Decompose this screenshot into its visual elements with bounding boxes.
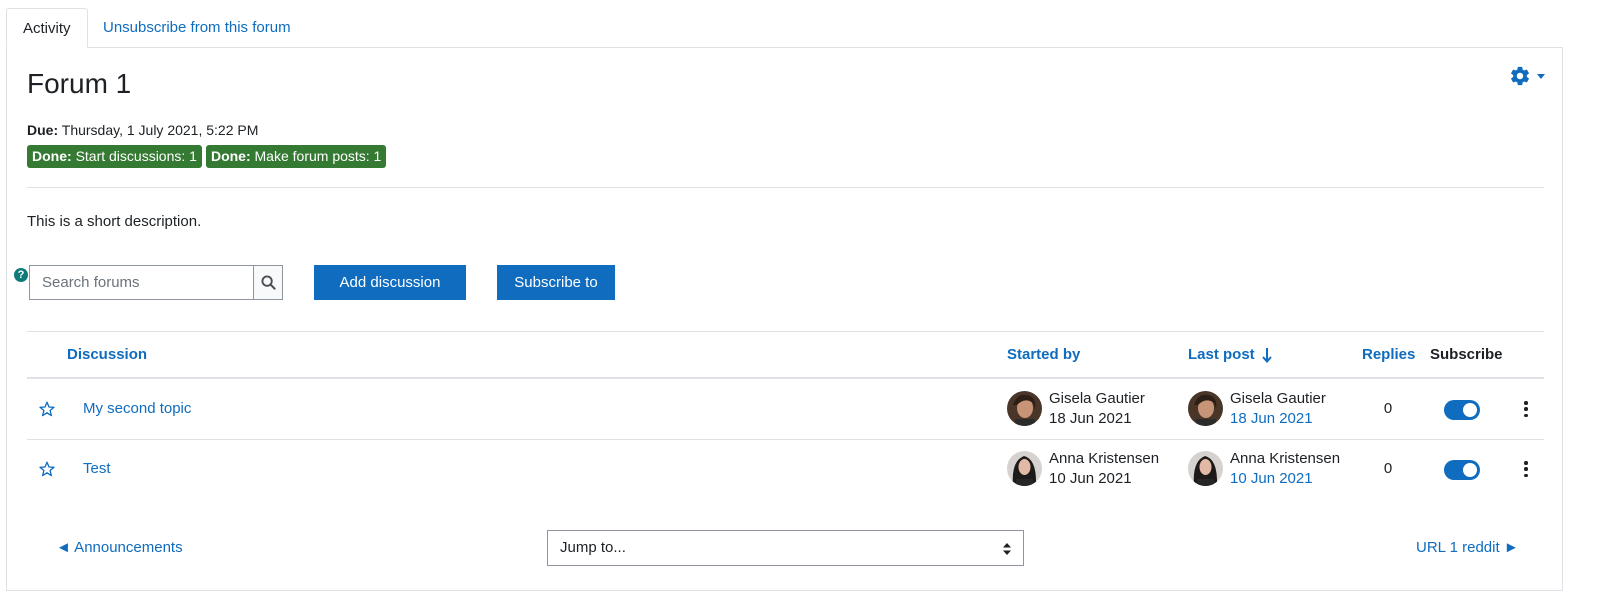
more-actions-icon[interactable]: [1523, 461, 1529, 477]
gear-icon: [1511, 66, 1529, 86]
tab-activity[interactable]: Activity: [6, 8, 88, 48]
more-actions-icon[interactable]: [1523, 401, 1529, 417]
starter-name: Gisela Gautier: [1049, 390, 1145, 407]
avatar[interactable]: [1188, 391, 1223, 426]
search-icon: [260, 275, 276, 290]
star-icon[interactable]: [39, 461, 55, 477]
reply-count: 0: [1383, 400, 1393, 417]
next-activity-link[interactable]: URL 1 reddit ►: [1416, 539, 1519, 556]
due-value: Thursday, 1 July 2021, 5:22 PM: [61, 122, 259, 138]
chevron-down-icon: [1537, 73, 1545, 79]
user-picture: [1188, 451, 1223, 486]
column-header-started-by[interactable]: Started by: [1007, 346, 1080, 363]
jump-to-label: Jump to...: [560, 539, 626, 556]
subscribe-toggle[interactable]: [1444, 460, 1480, 480]
tab-unsubscribe[interactable]: Unsubscribe from this forum: [87, 8, 307, 48]
starter-date: 10 Jun 2021: [1049, 470, 1132, 487]
previous-activity-link[interactable]: ◄ Announcements: [56, 539, 183, 556]
user-picture: [1188, 391, 1223, 426]
column-header-subscribe: Subscribe: [1430, 346, 1503, 363]
starter-name: Anna Kristensen: [1049, 450, 1160, 467]
column-header-discussion[interactable]: Discussion: [67, 346, 147, 363]
row-divider: [27, 439, 1544, 440]
subscribe-toggle[interactable]: [1444, 400, 1480, 420]
status-badge: Done: Make forum posts: 1: [205, 145, 387, 168]
due-label: Due:: [27, 122, 59, 138]
forum-description: This is a short description.: [27, 213, 202, 230]
last-post-date-link[interactable]: 10 Jun 2021: [1230, 470, 1313, 487]
jump-to-select[interactable]: Jump to...: [547, 530, 1024, 566]
discussion-link[interactable]: My second topic: [83, 400, 191, 417]
column-header-last-post[interactable]: Last post: [1188, 346, 1273, 363]
completion-badges: Done: Start discussions: 1 Done: Make fo…: [27, 145, 387, 168]
arrow-down-icon: [1261, 347, 1272, 363]
badge-label: Done:: [32, 148, 72, 164]
star-icon[interactable]: [39, 401, 55, 417]
avatar[interactable]: [1007, 451, 1042, 486]
search-input[interactable]: [30, 266, 253, 299]
last-post-date-link[interactable]: 18 Jun 2021: [1230, 410, 1313, 427]
help-icon[interactable]: ?: [14, 268, 28, 282]
starter-date: 18 Jun 2021: [1049, 410, 1132, 427]
avatar[interactable]: [1188, 451, 1223, 486]
badge-label: Done:: [210, 148, 251, 164]
reply-count: 0: [1383, 460, 1393, 477]
settings-menu-button[interactable]: [1509, 64, 1551, 88]
subscribe-all-button[interactable]: Subscribe to all: [497, 265, 615, 326]
user-picture: [1007, 451, 1042, 486]
badge-value: Start discussions: 1: [75, 148, 197, 164]
avatar[interactable]: [1007, 391, 1042, 426]
table-header-border: [27, 377, 1544, 379]
tab-bar: Activity Unsubscribe from this forum: [6, 0, 1596, 48]
discussion-link[interactable]: Test: [83, 460, 111, 477]
search-button[interactable]: [253, 266, 282, 299]
status-badge: Done: Start discussions: 1: [27, 145, 202, 168]
last-post-author: Gisela Gautier: [1230, 390, 1326, 407]
page-title: Forum 1: [27, 68, 132, 99]
user-picture: [1007, 391, 1042, 426]
column-header-label: Last post: [1188, 346, 1255, 363]
divider: [27, 331, 1544, 332]
badge-value: Make forum posts: 1: [254, 148, 382, 164]
divider: [27, 187, 1544, 188]
search-form: [29, 265, 283, 300]
column-header-replies[interactable]: Replies: [1362, 346, 1415, 363]
add-discussion-button[interactable]: Add discussion topic: [314, 265, 466, 326]
select-arrows-icon: [1003, 543, 1011, 555]
due-date: Due: Thursday, 1 July 2021, 5:22 PM: [27, 122, 258, 138]
last-post-author: Anna Kristensen: [1230, 450, 1341, 467]
